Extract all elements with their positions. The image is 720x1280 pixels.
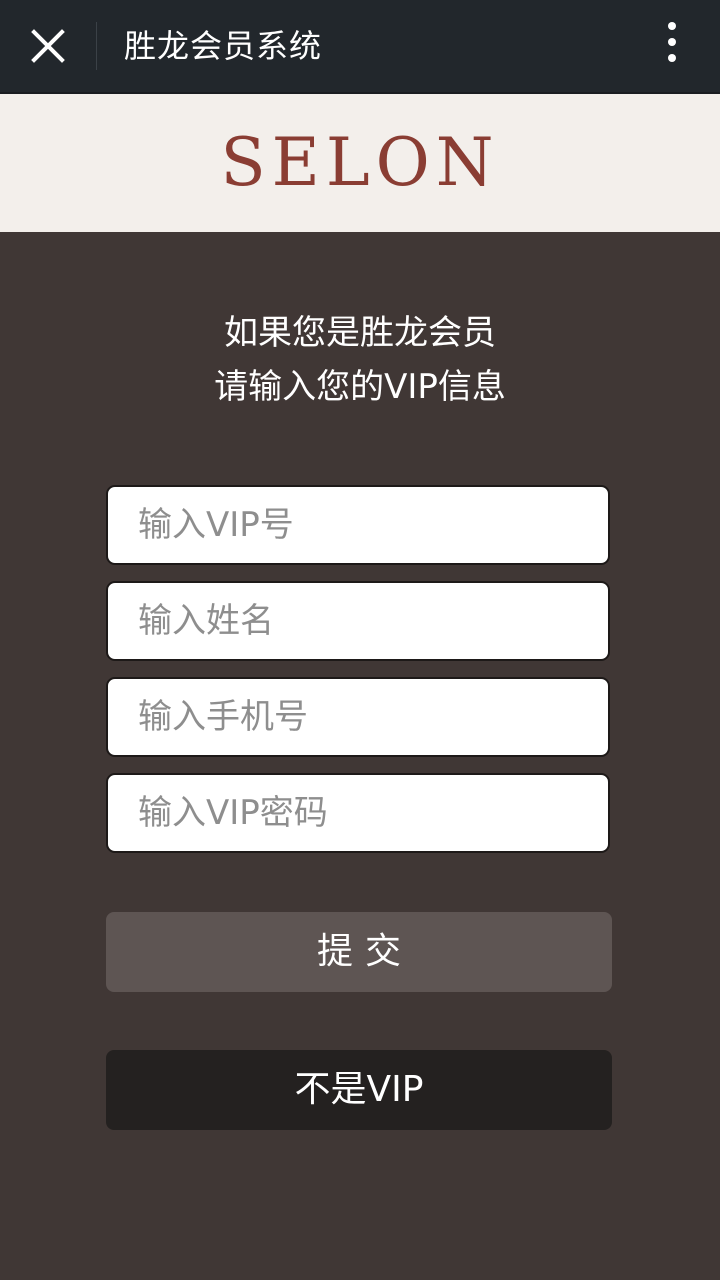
submit-button[interactable]: 提交 bbox=[106, 912, 612, 992]
top-bar: 胜龙会员系统 bbox=[0, 0, 720, 94]
vip-number-input[interactable] bbox=[106, 485, 610, 565]
intro-line-1: 如果您是胜龙会员 bbox=[224, 313, 496, 353]
close-button[interactable] bbox=[20, 18, 76, 74]
page-title: 胜龙会员系统 bbox=[124, 27, 323, 65]
more-button[interactable] bbox=[660, 22, 684, 70]
brand-banner: SELON bbox=[0, 94, 720, 232]
not-vip-button[interactable]: 不是VIP bbox=[106, 1050, 612, 1130]
intro-text: 如果您是胜龙会员 请输入您的VIP信息 bbox=[0, 306, 720, 414]
brand-logo: SELON bbox=[220, 124, 500, 201]
name-input[interactable] bbox=[106, 581, 610, 661]
vip-password-input[interactable] bbox=[106, 773, 610, 853]
topbar-divider bbox=[96, 22, 97, 70]
intro-line-2: 请输入您的VIP信息 bbox=[214, 367, 506, 407]
close-icon bbox=[31, 29, 65, 63]
more-vertical-icon bbox=[660, 22, 684, 62]
phone-input[interactable] bbox=[106, 677, 610, 757]
